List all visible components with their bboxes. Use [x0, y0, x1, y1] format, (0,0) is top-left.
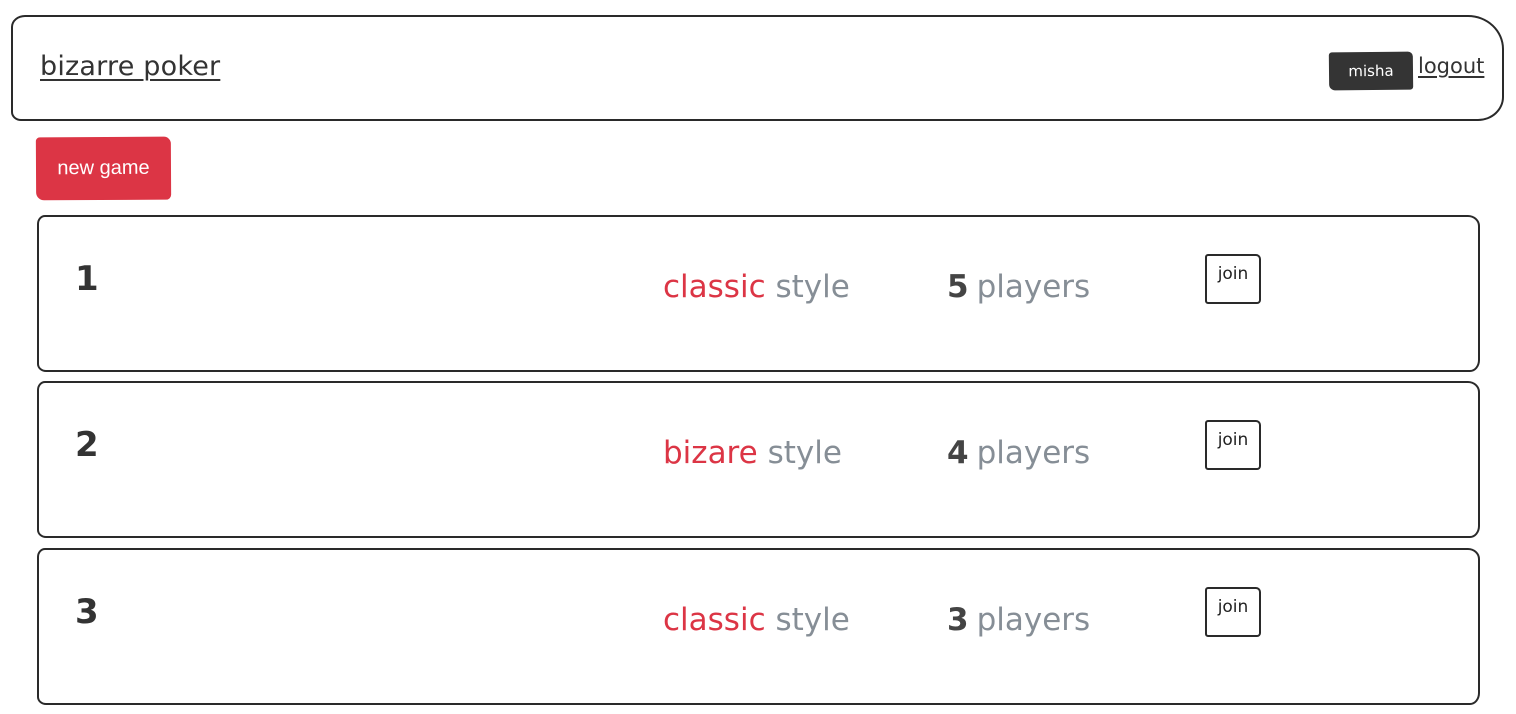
players-count: 4 — [947, 435, 969, 471]
style-name: classic — [663, 602, 766, 638]
game-card: 2 bizare style 4 players join — [37, 381, 1480, 538]
players-label: players — [976, 602, 1091, 638]
join-button[interactable]: join — [1205, 420, 1261, 470]
game-style: bizare style — [663, 435, 842, 471]
game-id: 2 — [75, 425, 99, 465]
join-button[interactable]: join — [1205, 254, 1261, 304]
game-players: 5 players — [947, 269, 1090, 305]
game-style: classic style — [663, 602, 850, 638]
join-button[interactable]: join — [1205, 587, 1261, 637]
game-players: 3 players — [947, 602, 1090, 638]
style-label: style — [775, 602, 850, 638]
game-id: 3 — [75, 592, 99, 632]
players-label: players — [976, 269, 1091, 305]
app-header: bizarre poker misha logout — [11, 15, 1504, 121]
players-count: 5 — [947, 269, 969, 305]
user-badge: misha — [1328, 51, 1414, 91]
players-count: 3 — [947, 602, 969, 638]
style-name: classic — [663, 269, 766, 305]
style-name: bizare — [663, 435, 758, 471]
logout-link[interactable]: logout — [1418, 54, 1484, 78]
players-label: players — [976, 435, 1091, 471]
game-id: 1 — [75, 259, 99, 299]
style-label: style — [775, 269, 850, 305]
brand-link[interactable]: bizarre poker — [40, 51, 220, 82]
game-players: 4 players — [947, 435, 1090, 471]
style-label: style — [767, 435, 842, 471]
game-style: classic style — [663, 269, 850, 305]
game-card: 3 classic style 3 players join — [37, 548, 1480, 705]
new-game-button[interactable]: new game — [35, 136, 172, 201]
game-card: 1 classic style 5 players join — [37, 215, 1480, 372]
